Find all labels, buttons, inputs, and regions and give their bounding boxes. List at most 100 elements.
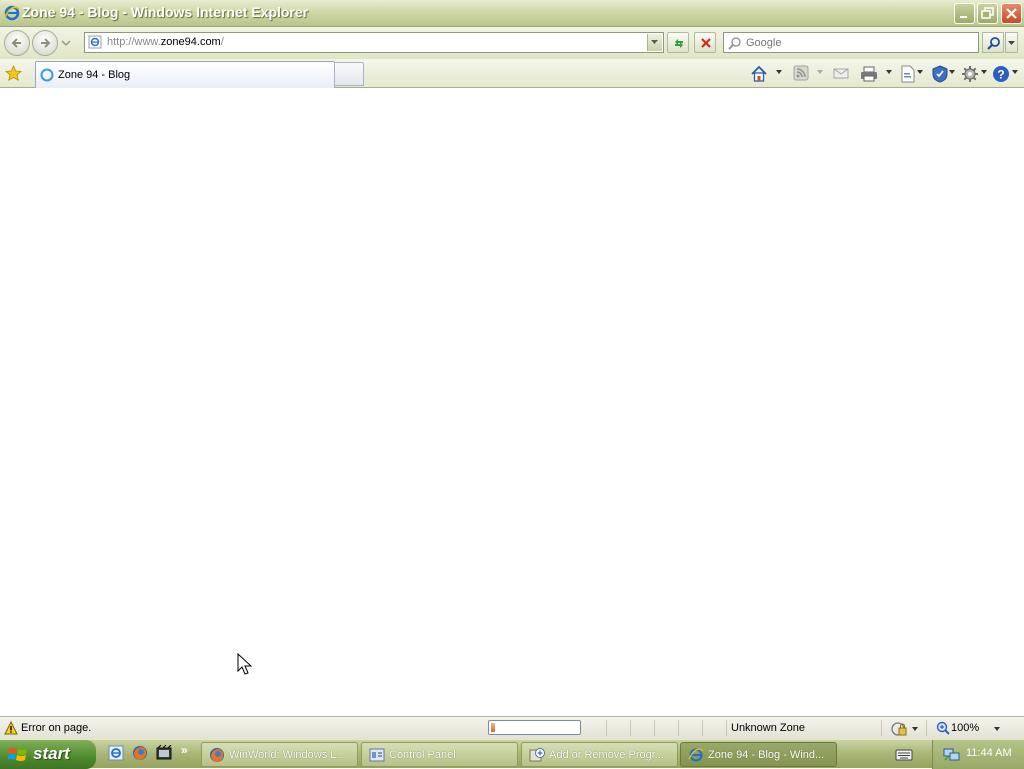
chevron-down-icon (1008, 41, 1015, 45)
status-bar: Error on page. Unknown Zone 100% (0, 716, 1024, 739)
loading-icon (40, 68, 54, 82)
system-tray: 11:44 AM (932, 740, 1024, 769)
back-button[interactable] (4, 30, 30, 56)
back-arrow-icon (11, 38, 21, 48)
shield-icon (932, 65, 948, 83)
zoom-level[interactable]: 100% (951, 722, 979, 734)
status-divider (926, 720, 927, 736)
refresh-button[interactable] (667, 32, 689, 53)
keyboard-language-icon[interactable] (895, 748, 913, 762)
add-remove-programs-icon (529, 748, 545, 762)
status-divider (606, 720, 607, 736)
stop-icon (701, 38, 711, 48)
refresh-icon (675, 39, 683, 48)
start-button[interactable]: start (0, 740, 96, 769)
restore-icon (981, 7, 994, 19)
favorites-star-icon[interactable] (5, 65, 22, 82)
warning-icon[interactable] (4, 721, 18, 735)
tab-label: Zone 94 - Blog (58, 69, 131, 81)
printer-icon (861, 66, 877, 82)
tab-row: Zone 94 - Blog ? (0, 59, 1024, 88)
control-panel-icon (369, 748, 385, 762)
page-ie-icon (88, 35, 102, 49)
close-button[interactable] (1001, 3, 1022, 24)
chevron-down-icon[interactable] (994, 727, 1000, 731)
chevron-down-icon[interactable] (912, 727, 918, 731)
status-divider (678, 720, 679, 736)
recent-pages-dropdown-icon[interactable] (61, 38, 71, 48)
network-icon[interactable] (943, 746, 961, 762)
tools-menu-button[interactable] (961, 65, 987, 83)
url-domain: zone94.com (160, 36, 221, 48)
navigation-bar: http://www.zone94.com/ (0, 27, 1024, 59)
search-button[interactable] (982, 32, 1004, 53)
ie-logo-icon (4, 5, 20, 21)
clock[interactable]: 11:44 AM (966, 747, 1012, 759)
address-url: http://www.zone94.com/ (107, 36, 224, 48)
title-bar[interactable]: Zone 94 - Blog - Windows Internet Explor… (0, 0, 1024, 27)
gear-icon (962, 66, 978, 82)
new-tab-button[interactable] (334, 62, 364, 86)
progress-fill (491, 723, 495, 732)
help-menu-button[interactable]: ? (992, 65, 1020, 83)
svg-text:?: ? (997, 68, 1004, 82)
progress-bar (488, 720, 581, 735)
taskbar-item-add-remove-programs[interactable]: Add or Remove Progr... (521, 742, 678, 767)
mail-icon (833, 68, 849, 79)
quicklaunch-ie-icon[interactable] (108, 745, 124, 761)
quicklaunch-firefox-icon[interactable] (132, 745, 148, 761)
taskbar-item-label: Zone 94 - Blog - Wind... (708, 749, 825, 761)
page-icon (901, 65, 915, 83)
search-input[interactable] (746, 35, 972, 50)
page-menu-button[interactable] (900, 65, 926, 83)
url-suffix: / (220, 36, 224, 48)
tab-zone94-blog[interactable]: Zone 94 - Blog (35, 61, 335, 88)
taskbar: start » WinWorld: Windows L... Control P… (0, 739, 1024, 769)
print-button[interactable] (860, 65, 894, 83)
protected-mode-icon[interactable] (891, 721, 907, 737)
taskbar-item-label: WinWorld: Windows L... (229, 749, 346, 761)
minimize-button[interactable] (954, 3, 975, 24)
quicklaunch-media-icon[interactable] (156, 745, 172, 761)
taskbar-item-control-panel[interactable]: Control Panel (361, 742, 518, 767)
forward-arrow-icon (41, 38, 51, 48)
status-message[interactable]: Error on page. (21, 722, 91, 734)
ie-icon (688, 748, 704, 762)
taskbar-item-winworld[interactable]: WinWorld: Windows L... (201, 742, 358, 767)
status-divider (654, 720, 655, 736)
url-prefix: http://www. (107, 36, 161, 48)
minimize-icon (960, 16, 967, 18)
taskbar-item-zone94-blog[interactable]: Zone 94 - Blog - Wind... (680, 742, 837, 767)
search-icon (728, 37, 741, 50)
stop-button[interactable] (694, 32, 716, 53)
restore-button[interactable] (977, 3, 998, 24)
security-zone[interactable]: Unknown Zone (731, 722, 805, 734)
zoom-icon[interactable] (936, 721, 950, 735)
quicklaunch-more-icon[interactable]: » (181, 743, 188, 757)
close-icon (1006, 8, 1017, 19)
safety-menu-button[interactable] (932, 65, 958, 83)
feeds-button[interactable] (793, 65, 825, 83)
magnifier-icon (987, 37, 1000, 50)
rss-feed-icon (793, 65, 809, 81)
status-divider (881, 720, 882, 736)
page-content[interactable] (0, 89, 1024, 716)
home-button[interactable] (750, 65, 784, 83)
address-dropdown-button[interactable] (647, 34, 662, 51)
taskbar-item-label: Add or Remove Progr... (549, 749, 664, 761)
status-divider (726, 720, 727, 736)
search-options-button[interactable] (1005, 32, 1018, 53)
firefox-icon (210, 748, 224, 762)
address-bar[interactable]: http://www.zone94.com/ (84, 32, 664, 53)
home-icon (751, 65, 767, 82)
window-title: Zone 94 - Blog - Windows Internet Explor… (22, 4, 309, 20)
taskbar-item-label: Control Panel (389, 749, 456, 761)
windows-logo-icon (8, 748, 27, 761)
status-divider (702, 720, 703, 736)
forward-button[interactable] (32, 30, 58, 56)
read-mail-button[interactable] (833, 65, 851, 83)
status-divider (630, 720, 631, 736)
search-box[interactable] (723, 32, 979, 53)
start-label: start (33, 744, 70, 763)
mouse-cursor-icon (237, 653, 253, 675)
